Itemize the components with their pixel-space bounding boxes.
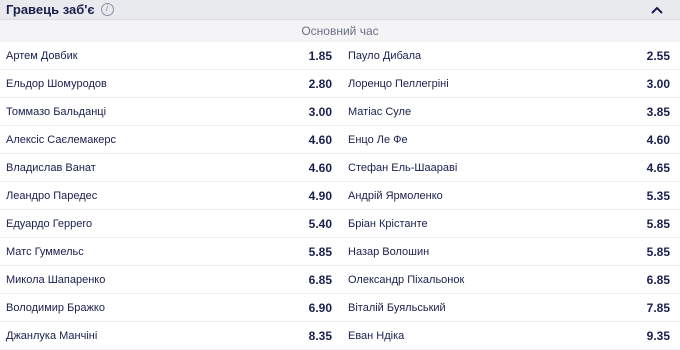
odds-value: 5.85 (308, 244, 332, 259)
odds-value: 8.35 (308, 328, 332, 343)
selection-left[interactable]: Микола Шапаренко 6.85 (0, 266, 340, 294)
player-name: Матіас Суле (348, 105, 412, 118)
player-name: Едуардо Геррero (6, 217, 93, 230)
player-name: Матс Гуммельс (6, 245, 84, 258)
selection-left[interactable]: Матс Гуммельс 5.85 (0, 238, 340, 266)
selection-left[interactable]: Леандро Паредес 4.90 (0, 182, 340, 210)
player-name: Владислав Ванат (6, 161, 96, 174)
player-name: Еван Ндіка (348, 329, 405, 342)
selection-left[interactable]: Володимир Бражко 6.90 (0, 294, 340, 322)
selection-left[interactable]: Владислав Ванат 4.60 (0, 154, 340, 182)
market-header-left: Гравець заб'є i (6, 2, 114, 17)
odds-value: 6.85 (646, 272, 670, 287)
chevron-up-icon[interactable] (650, 5, 664, 15)
odds-value: 7.85 (646, 300, 670, 315)
selection-left[interactable]: Ельдор Шомуродов 2.80 (0, 70, 340, 98)
odds-value: 1.85 (308, 48, 332, 63)
player-name: Леандро Паредес (6, 189, 98, 202)
player-name: Стефан Ель-Шаараві (348, 161, 458, 174)
odds-value: 3.00 (308, 104, 332, 119)
player-name: Артем Довбик (6, 49, 78, 62)
odds-grid: Артем Довбик 1.85 Пауло Дибала 2.55 Ельдор Ш… (0, 42, 680, 350)
selection-right[interactable]: Назар Волошин 5.85 (340, 238, 680, 266)
info-icon[interactable]: i (100, 3, 114, 16)
odds-value: 4.60 (308, 132, 332, 147)
odds-value: 3.85 (646, 104, 670, 119)
player-name: Енцо Ле Фе (348, 133, 408, 146)
odds-value: 3.00 (646, 76, 670, 91)
selection-right[interactable]: Олександр Піхальонок 6.85 (340, 266, 680, 294)
player-name: Бріан Крістанте (348, 217, 428, 230)
odds-value: 2.55 (646, 48, 670, 63)
odds-value: 6.85 (308, 272, 332, 287)
selection-right[interactable]: Пауло Дибала 2.55 (340, 42, 680, 70)
selection-right[interactable]: Лоренцо Пеллегріні 3.00 (340, 70, 680, 98)
odds-value: 4.60 (646, 132, 670, 147)
player-name: Томмазо Бальданці (6, 105, 107, 118)
odds-value: 4.65 (646, 160, 670, 175)
odds-value: 2.80 (308, 76, 332, 91)
odds-value: 6.90 (308, 300, 332, 315)
player-name: Пауло Дибала (348, 49, 422, 62)
player-name: Андрій Ярмоленко (348, 189, 443, 202)
player-name: Віталій Буяльський (348, 301, 446, 314)
player-name: Олександр Піхальонок (348, 273, 465, 286)
market-title: Гравець заб'є (6, 2, 95, 17)
selection-right[interactable]: Віталій Буяльський 7.85 (340, 294, 680, 322)
market-header[interactable]: Гравець заб'є i (0, 0, 680, 20)
odds-value: 4.60 (308, 160, 332, 175)
player-name: Джанлука Манчіні (6, 329, 98, 342)
player-name: Назар Волошин (348, 245, 430, 258)
odds-value: 5.85 (646, 216, 670, 231)
odds-value: 5.40 (308, 216, 332, 231)
odds-value: 4.90 (308, 188, 332, 203)
odds-value: 5.85 (646, 244, 670, 259)
player-name: Володимир Бражко (6, 301, 105, 314)
selection-left[interactable]: Едуардо Геррero 5.40 (0, 210, 340, 238)
selection-left[interactable]: Артем Довбик 1.85 (0, 42, 340, 70)
selection-left[interactable]: Джанлука Манчіні 8.35 (0, 322, 340, 350)
selection-left[interactable]: Томмазо Бальданці 3.00 (0, 98, 340, 126)
selection-right[interactable]: Матіас Суле 3.85 (340, 98, 680, 126)
selection-right[interactable]: Бріан Крістанте 5.85 (340, 210, 680, 238)
selection-right[interactable]: Еван Ндіка 9.35 (340, 322, 680, 350)
player-name: Алексіс Саєлемакерс (6, 133, 116, 146)
selection-right[interactable]: Стефан Ель-Шаараві 4.65 (340, 154, 680, 182)
player-name: Микола Шапаренко (6, 273, 106, 286)
player-name: Ельдор Шомуродов (6, 77, 107, 90)
odds-value: 9.35 (646, 328, 670, 343)
odds-value: 5.35 (646, 188, 670, 203)
period-label: Основний час (0, 20, 680, 42)
selection-right[interactable]: Андрій Ярмоленко 5.35 (340, 182, 680, 210)
selection-left[interactable]: Алексіс Саєлемакерс 4.60 (0, 126, 340, 154)
player-name: Лоренцо Пеллегріні (348, 77, 449, 90)
selection-right[interactable]: Енцо Ле Фе 4.60 (340, 126, 680, 154)
